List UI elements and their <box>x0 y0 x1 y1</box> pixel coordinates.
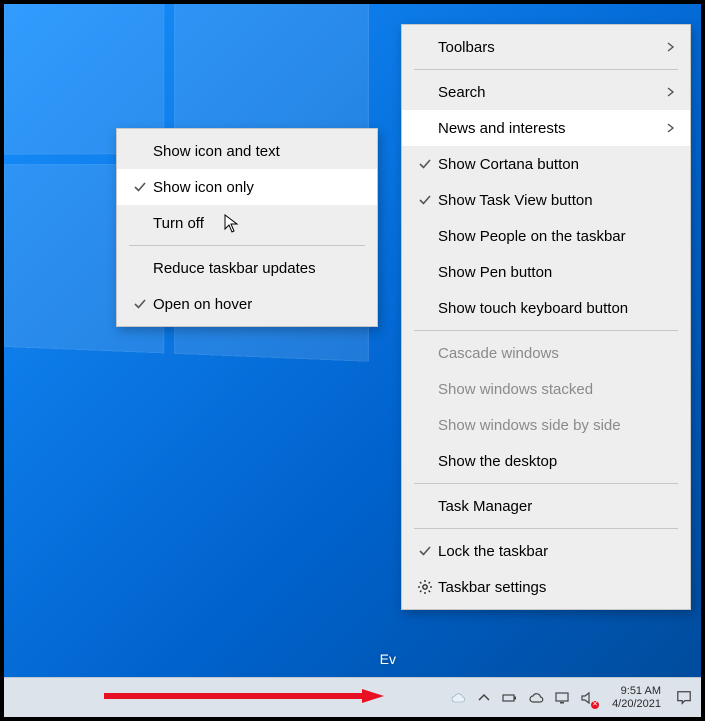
separator <box>414 483 678 484</box>
taskbar-context-menu: Toolbars Search News and interests Show … <box>401 24 691 610</box>
cursor-icon <box>224 214 240 234</box>
menu-label: Show Cortana button <box>438 156 660 173</box>
menu-item-pen[interactable]: Show Pen button <box>402 254 690 290</box>
desktop: Ev Toolbars Search News and interests <box>4 4 701 717</box>
separator <box>414 330 678 331</box>
gear-icon <box>412 579 438 595</box>
annotation-arrow-icon <box>104 689 384 703</box>
news-interests-submenu: Show icon and text Show icon only Turn o… <box>116 128 378 327</box>
menu-item-cascade: Cascade windows <box>402 335 690 371</box>
menu-item-cortana[interactable]: Show Cortana button <box>402 146 690 182</box>
separator <box>414 528 678 529</box>
clock-time: 9:51 AM <box>621 685 661 698</box>
menu-label: Show icon only <box>153 179 363 196</box>
menu-label: Show the desktop <box>438 453 660 470</box>
separator <box>414 69 678 70</box>
menu-label: Reduce taskbar updates <box>153 260 363 277</box>
tray-chevron-up-icon[interactable] <box>476 690 492 706</box>
menu-label: Toolbars <box>438 39 660 56</box>
battery-icon[interactable] <box>502 690 518 706</box>
menu-item-toolbars[interactable]: Toolbars <box>402 29 690 65</box>
menu-label: Show Task View button <box>438 192 660 209</box>
check-icon <box>412 544 438 558</box>
menu-item-task-manager[interactable]: Task Manager <box>402 488 690 524</box>
menu-label: Show touch keyboard button <box>438 300 660 317</box>
check-icon <box>412 193 438 207</box>
chevron-right-icon <box>660 42 676 52</box>
separator <box>129 245 365 246</box>
menu-label: Show Pen button <box>438 264 660 281</box>
chevron-right-icon <box>660 123 676 133</box>
menu-label: Show windows stacked <box>438 381 660 398</box>
menu-label: Show windows side by side <box>438 417 660 434</box>
menu-item-news-interests[interactable]: News and interests <box>402 110 690 146</box>
submenu-item-icon-text[interactable]: Show icon and text <box>117 133 377 169</box>
submenu-item-reduce-updates[interactable]: Reduce taskbar updates <box>117 250 377 286</box>
onedrive-cloud-icon[interactable] <box>528 690 544 706</box>
menu-item-lock-taskbar[interactable]: Lock the taskbar <box>402 533 690 569</box>
menu-label: Open on hover <box>153 296 363 313</box>
check-icon <box>127 297 153 311</box>
menu-item-taskview[interactable]: Show Task View button <box>402 182 690 218</box>
submenu-item-open-hover[interactable]: Open on hover <box>117 286 377 322</box>
menu-label: Show People on the taskbar <box>438 228 660 245</box>
watermark-fragment: Ev <box>380 651 396 667</box>
taskbar-clock[interactable]: 9:51 AM 4/20/2021 <box>612 685 661 711</box>
chevron-right-icon <box>660 87 676 97</box>
system-tray: ✕ 9:51 AM 4/20/2021 <box>450 685 693 711</box>
submenu-item-icon-only[interactable]: Show icon only <box>117 169 377 205</box>
menu-label: Taskbar settings <box>438 579 660 596</box>
submenu-item-turn-off[interactable]: Turn off <box>117 205 377 241</box>
weather-cloud-icon[interactable] <box>450 690 466 706</box>
menu-label: Task Manager <box>438 498 660 515</box>
menu-label: Search <box>438 84 660 101</box>
menu-item-taskbar-settings[interactable]: Taskbar settings <box>402 569 690 605</box>
menu-item-search[interactable]: Search <box>402 74 690 110</box>
volume-icon[interactable]: ✕ <box>580 690 596 706</box>
action-center-icon[interactable] <box>675 689 693 707</box>
check-icon <box>127 180 153 194</box>
menu-item-people[interactable]: Show People on the taskbar <box>402 218 690 254</box>
menu-item-sidebyside: Show windows side by side <box>402 407 690 443</box>
menu-label: Cascade windows <box>438 345 660 362</box>
menu-label: Show icon and text <box>153 143 363 160</box>
network-icon[interactable] <box>554 690 570 706</box>
menu-label: News and interests <box>438 120 660 137</box>
check-icon <box>412 157 438 171</box>
menu-item-touch-keyboard[interactable]: Show touch keyboard button <box>402 290 690 326</box>
menu-label: Lock the taskbar <box>438 543 660 560</box>
menu-item-stacked: Show windows stacked <box>402 371 690 407</box>
clock-date: 4/20/2021 <box>612 698 661 711</box>
menu-item-show-desktop[interactable]: Show the desktop <box>402 443 690 479</box>
menu-label: Turn off <box>153 215 363 232</box>
